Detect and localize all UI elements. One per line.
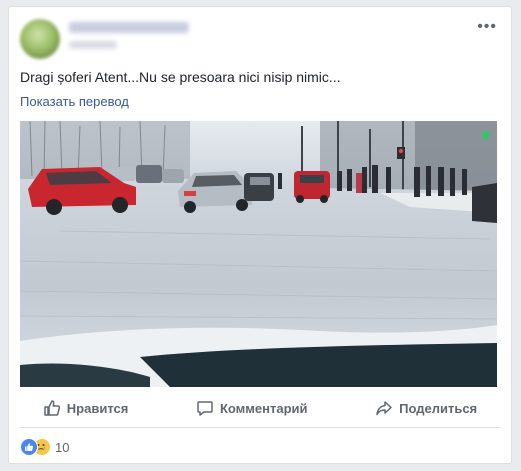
post-card: ••• Dragi șoferi Atent...Nu se presoara …: [8, 6, 512, 464]
share-label: Поделиться: [399, 400, 478, 416]
show-translation-link[interactable]: Показать перевод: [20, 94, 129, 109]
author-avatar[interactable]: [20, 19, 60, 59]
like-button[interactable]: Нравится: [43, 399, 129, 417]
comment-icon: [197, 401, 213, 416]
comment-button[interactable]: Комментарий: [196, 399, 308, 417]
thumbs-up-icon: [44, 400, 60, 416]
post-photo[interactable]: [20, 121, 497, 387]
post-date-blurred[interactable]: [69, 41, 117, 49]
more-options-icon[interactable]: •••: [477, 19, 497, 35]
divider: [20, 427, 500, 428]
reactions-summary[interactable]: 10: [20, 438, 69, 456]
post-text: Dragi șoferi Atent...Nu se presoara nici…: [20, 69, 341, 85]
post-actions-bar: Нравится Комментарий Поделиться: [9, 393, 511, 423]
comment-label: Комментарий: [219, 400, 308, 416]
share-button[interactable]: Поделиться: [375, 399, 477, 417]
reaction-count: 10: [55, 439, 70, 455]
like-label: Нравится: [66, 400, 129, 416]
share-icon: [376, 401, 392, 416]
snowy-street-image: [20, 121, 497, 387]
like-reaction-icon: [20, 438, 38, 456]
author-name-blurred[interactable]: [69, 22, 189, 33]
